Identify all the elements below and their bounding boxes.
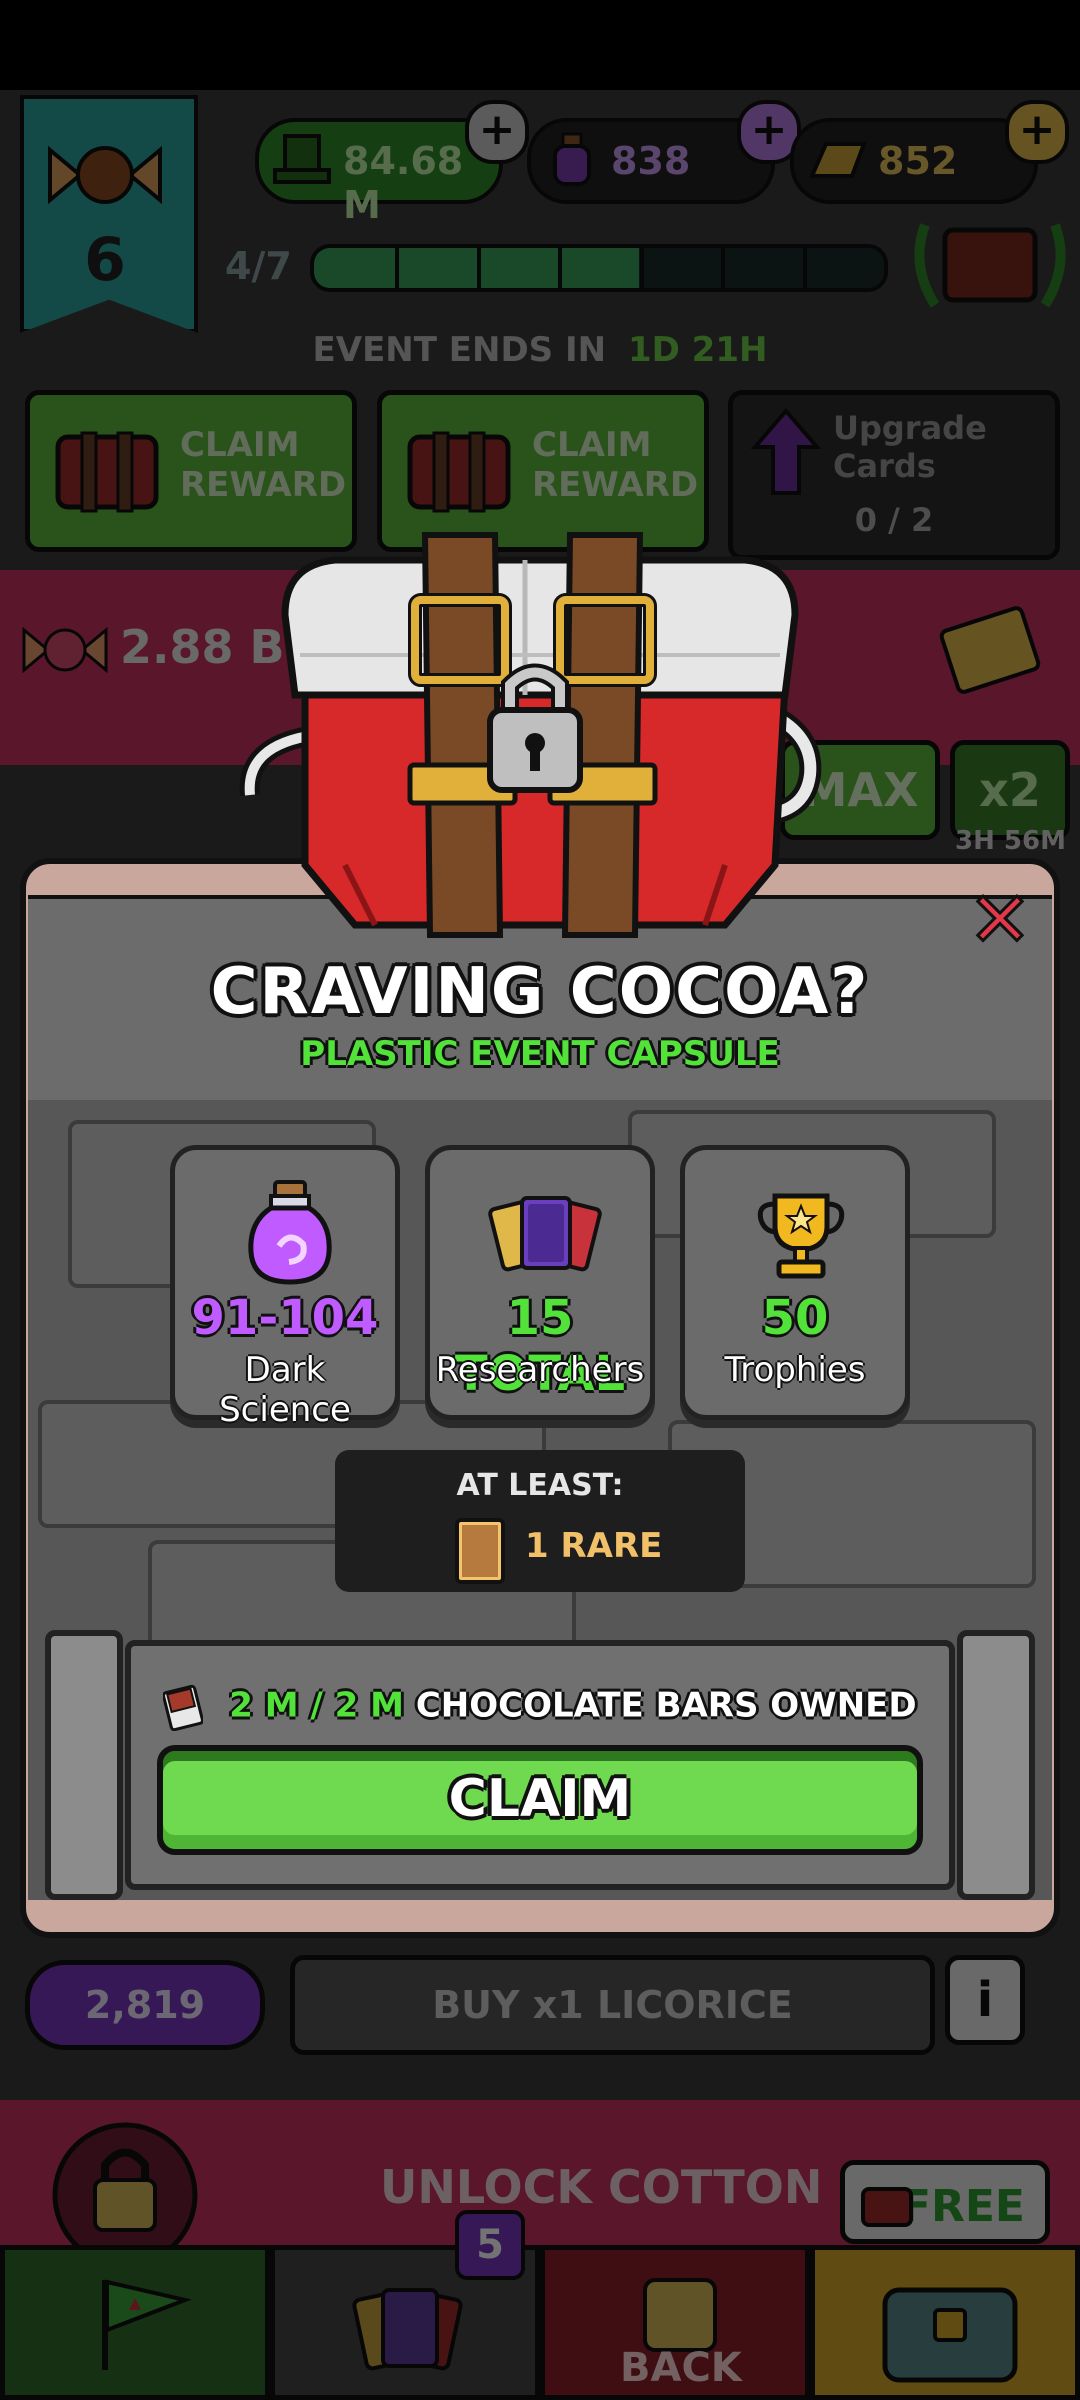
claim-label-2a: CLAIM bbox=[532, 425, 652, 465]
top-hat-icon bbox=[273, 134, 331, 184]
modal-title: CRAVING COCOA? bbox=[210, 955, 870, 1029]
x2-boost-button[interactable]: x2 bbox=[950, 740, 1070, 840]
close-icon[interactable]: ✕ bbox=[965, 880, 1035, 959]
chest-icon bbox=[407, 431, 511, 513]
claim-label-1a: CLAIM bbox=[180, 425, 300, 465]
arrow-up-icon bbox=[751, 407, 821, 495]
buy-licorice-button[interactable]: BUY x1 LICORICE bbox=[290, 1955, 935, 2055]
claim-button-label: CLAIM bbox=[448, 1769, 632, 1829]
at-least-label: AT LEAST: bbox=[456, 1468, 624, 1503]
dark-science-amount: 91-104 bbox=[191, 1290, 379, 1346]
nav-chests[interactable] bbox=[810, 2245, 1080, 2400]
progress-divider bbox=[477, 248, 481, 288]
boost-timer: 3H 56M bbox=[955, 826, 1066, 856]
researchers-label: Researchers bbox=[435, 1350, 645, 1390]
licorice-count: 2,819 bbox=[25, 1960, 265, 2050]
owned-label: CHOCOLATE BARS OWNED bbox=[415, 1685, 917, 1726]
chest-icon bbox=[861, 2187, 913, 2227]
progress-divider bbox=[640, 248, 644, 288]
back-label: BACK bbox=[620, 2345, 742, 2391]
level-number: 6 bbox=[84, 225, 126, 295]
guaranteed-box: AT LEAST: 1 RARE bbox=[335, 1450, 745, 1592]
chocolate-bar-icon bbox=[163, 1684, 204, 1731]
trophy-icon bbox=[757, 1193, 845, 1279]
reward-tile-dark-science: 91-104 Dark Science bbox=[170, 1145, 400, 1430]
capsule-chest-image bbox=[239, 532, 822, 938]
upgrade-label-a: Upgrade bbox=[833, 409, 987, 447]
chest-icon bbox=[882, 2287, 1018, 2383]
candy-icon bbox=[22, 626, 108, 674]
add-gold-button[interactable]: + bbox=[1005, 100, 1069, 164]
event-ends-label: EVENT ENDS IN bbox=[312, 330, 607, 370]
claim-label-2b: REWARD bbox=[532, 465, 699, 505]
claim-label-1b: REWARD bbox=[180, 465, 347, 505]
event-progress-bar bbox=[310, 244, 888, 292]
dark-science-label: Dark Science bbox=[219, 1350, 351, 1430]
info-icon[interactable]: i bbox=[945, 1955, 1025, 2045]
free-label: FREE bbox=[900, 2181, 1025, 2232]
level-banner bbox=[20, 95, 198, 333]
gold-value: 852 bbox=[878, 139, 958, 183]
nav-map[interactable] bbox=[0, 2245, 270, 2400]
gold-pill[interactable]: 852 bbox=[790, 118, 1038, 204]
ticket-icon[interactable] bbox=[930, 600, 1050, 700]
cards-icon bbox=[488, 1196, 602, 1272]
owned-amount: 2 M / 2 M bbox=[229, 1685, 404, 1726]
candy-icon bbox=[48, 145, 162, 205]
chest-icon bbox=[55, 431, 159, 513]
cards-icon bbox=[352, 2288, 463, 2371]
frame-post-left bbox=[45, 1630, 123, 1900]
event-ends-time: 1D 21H bbox=[627, 330, 768, 370]
potion-icon bbox=[553, 132, 591, 186]
owned-row: 2 M / 2 M CHOCOLATE BARS OWNED bbox=[0, 1683, 1080, 1731]
event-chest-icon[interactable] bbox=[905, 205, 1075, 315]
rare-label: 1 RARE bbox=[525, 1526, 663, 1566]
progress-divider bbox=[558, 248, 562, 288]
potion-icon bbox=[248, 1180, 332, 1285]
trophies-amount: 50 bbox=[761, 1290, 829, 1346]
progress-divider bbox=[395, 248, 399, 288]
status-bar bbox=[0, 0, 1080, 90]
rare-card-icon bbox=[455, 1518, 505, 1584]
gold-bar-icon bbox=[808, 142, 867, 178]
dark-science-value: 838 bbox=[611, 139, 691, 183]
claim-button[interactable]: CLAIM bbox=[157, 1745, 923, 1855]
progress-divider bbox=[721, 248, 725, 288]
reward-tile-trophies: 50 Trophies bbox=[680, 1145, 910, 1420]
flag-icon bbox=[102, 2279, 192, 2370]
lock-icon bbox=[52, 2122, 198, 2260]
cards-badge: 5 bbox=[455, 2210, 525, 2280]
reward-tile-researchers: 15 TOTAL Researchers bbox=[425, 1145, 655, 1420]
free-chest-button[interactable]: FREE bbox=[840, 2160, 1050, 2244]
progress-text: 4/7 bbox=[225, 244, 292, 288]
modal-subtitle: PLASTIC EVENT CAPSULE bbox=[300, 1034, 780, 1074]
progress-divider bbox=[803, 248, 807, 288]
event-timer: EVENT ENDS IN 1D 21H bbox=[0, 330, 1080, 370]
upgrade-label-b: Cards bbox=[833, 447, 936, 485]
add-cash-button[interactable]: + bbox=[465, 100, 529, 164]
trophies-label: Trophies bbox=[724, 1350, 866, 1390]
frame-post-right bbox=[957, 1630, 1035, 1900]
